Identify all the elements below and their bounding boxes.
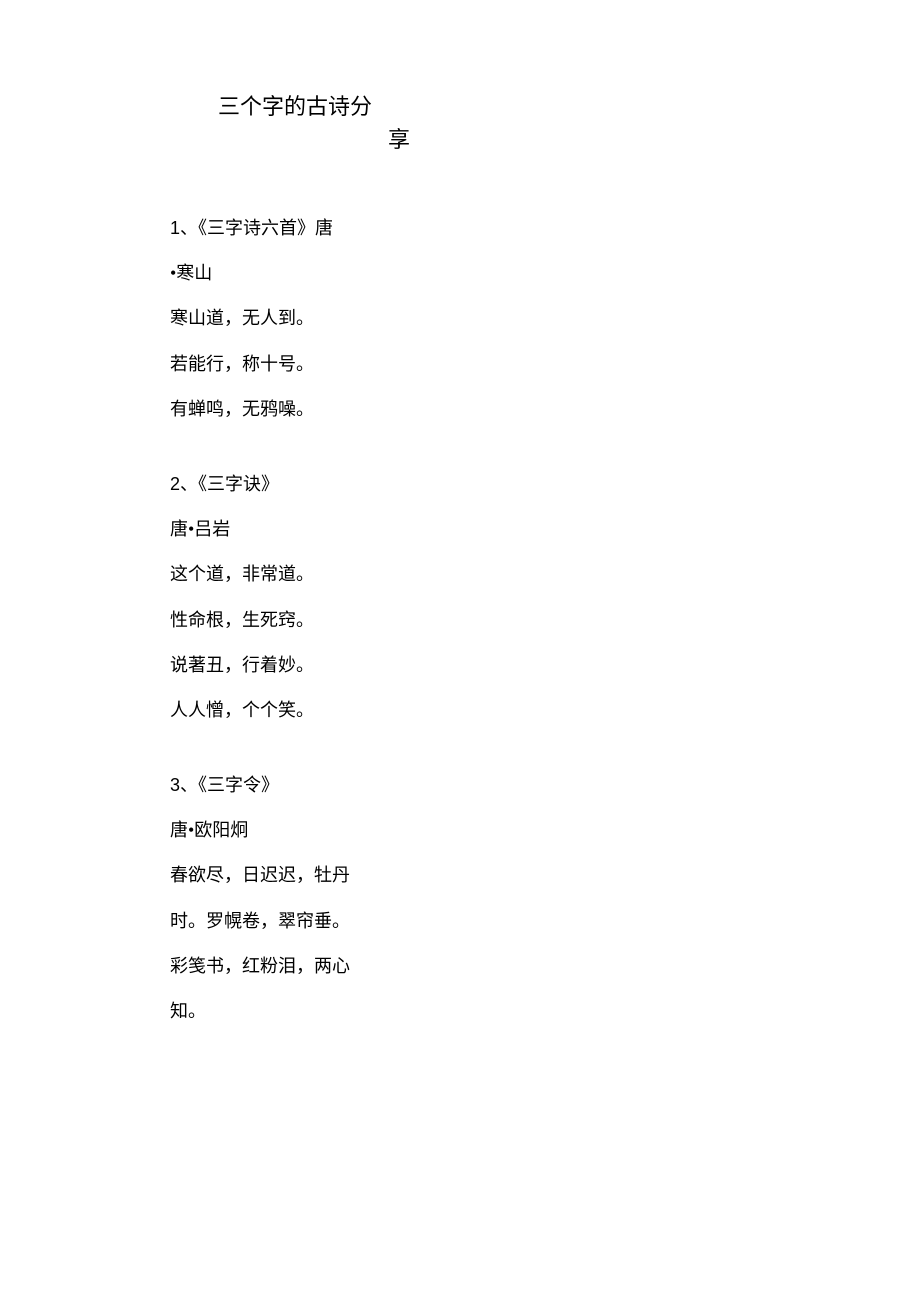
poem-1-line-3: 有蝉鸣，无鸦噪。 <box>170 397 420 422</box>
poem-2-number: 2 <box>170 474 180 494</box>
poem-1-title: 《三字诗六首》唐 <box>198 218 333 238</box>
poem-3-line-3: 彩笺书，红粉泪，两心 <box>170 954 420 979</box>
document-content: 三个字的古诗分 享 1、《三字诗六首》唐 •寒山 寒山道，无人到。 若能行，称十… <box>170 90 420 1024</box>
poem-block-1: 1、《三字诗六首》唐 •寒山 寒山道，无人到。 若能行，称十号。 有蝉鸣，无鸦噪… <box>170 216 420 422</box>
poem-2-line-1: 这个道，非常道。 <box>170 562 420 587</box>
poem-1-header: 1、《三字诗六首》唐 <box>170 216 420 241</box>
poem-1-line-2: 若能行，称十号。 <box>170 352 420 377</box>
poem-2-line-3: 说著丑，行着妙。 <box>170 653 420 678</box>
poem-block-3: 3、《三字令》 唐•欧阳炯 春欲尽，日迟迟，牡丹 时。罗幌卷，翠帘垂。 彩笺书，… <box>170 773 420 1024</box>
poem-3-separator: 、 <box>180 775 198 795</box>
poem-2-title: 《三字诀》 <box>198 474 279 494</box>
poem-2-header: 2、《三字诀》 <box>170 472 420 497</box>
poem-1-separator: 、 <box>180 218 198 238</box>
title-line-2: 享 <box>170 123 420 156</box>
poem-2-line-4: 人人憎，个个笑。 <box>170 698 420 723</box>
document-title: 三个字的古诗分 享 <box>170 90 420 156</box>
poem-block-2: 2、《三字诀》 唐•吕岩 这个道，非常道。 性命根，生死窍。 说著丑，行着妙。 … <box>170 472 420 723</box>
poem-3-line-1: 春欲尽，日迟迟，牡丹 <box>170 863 420 888</box>
poem-1-line-1: 寒山道，无人到。 <box>170 306 420 331</box>
poem-3-line-2: 时。罗幌卷，翠帘垂。 <box>170 909 420 934</box>
poem-1-number: 1 <box>170 218 180 238</box>
poem-3-header: 3、《三字令》 <box>170 773 420 798</box>
poem-3-line-4: 知。 <box>170 999 420 1024</box>
title-line-1: 三个字的古诗分 <box>170 90 420 123</box>
poem-3-number: 3 <box>170 775 180 795</box>
poem-3-author: 唐•欧阳炯 <box>170 818 420 843</box>
poem-3-title: 《三字令》 <box>198 775 279 795</box>
poem-1-author: •寒山 <box>170 261 420 286</box>
poem-2-author: 唐•吕岩 <box>170 517 420 542</box>
poem-2-separator: 、 <box>180 474 198 494</box>
poem-2-line-2: 性命根，生死窍。 <box>170 608 420 633</box>
